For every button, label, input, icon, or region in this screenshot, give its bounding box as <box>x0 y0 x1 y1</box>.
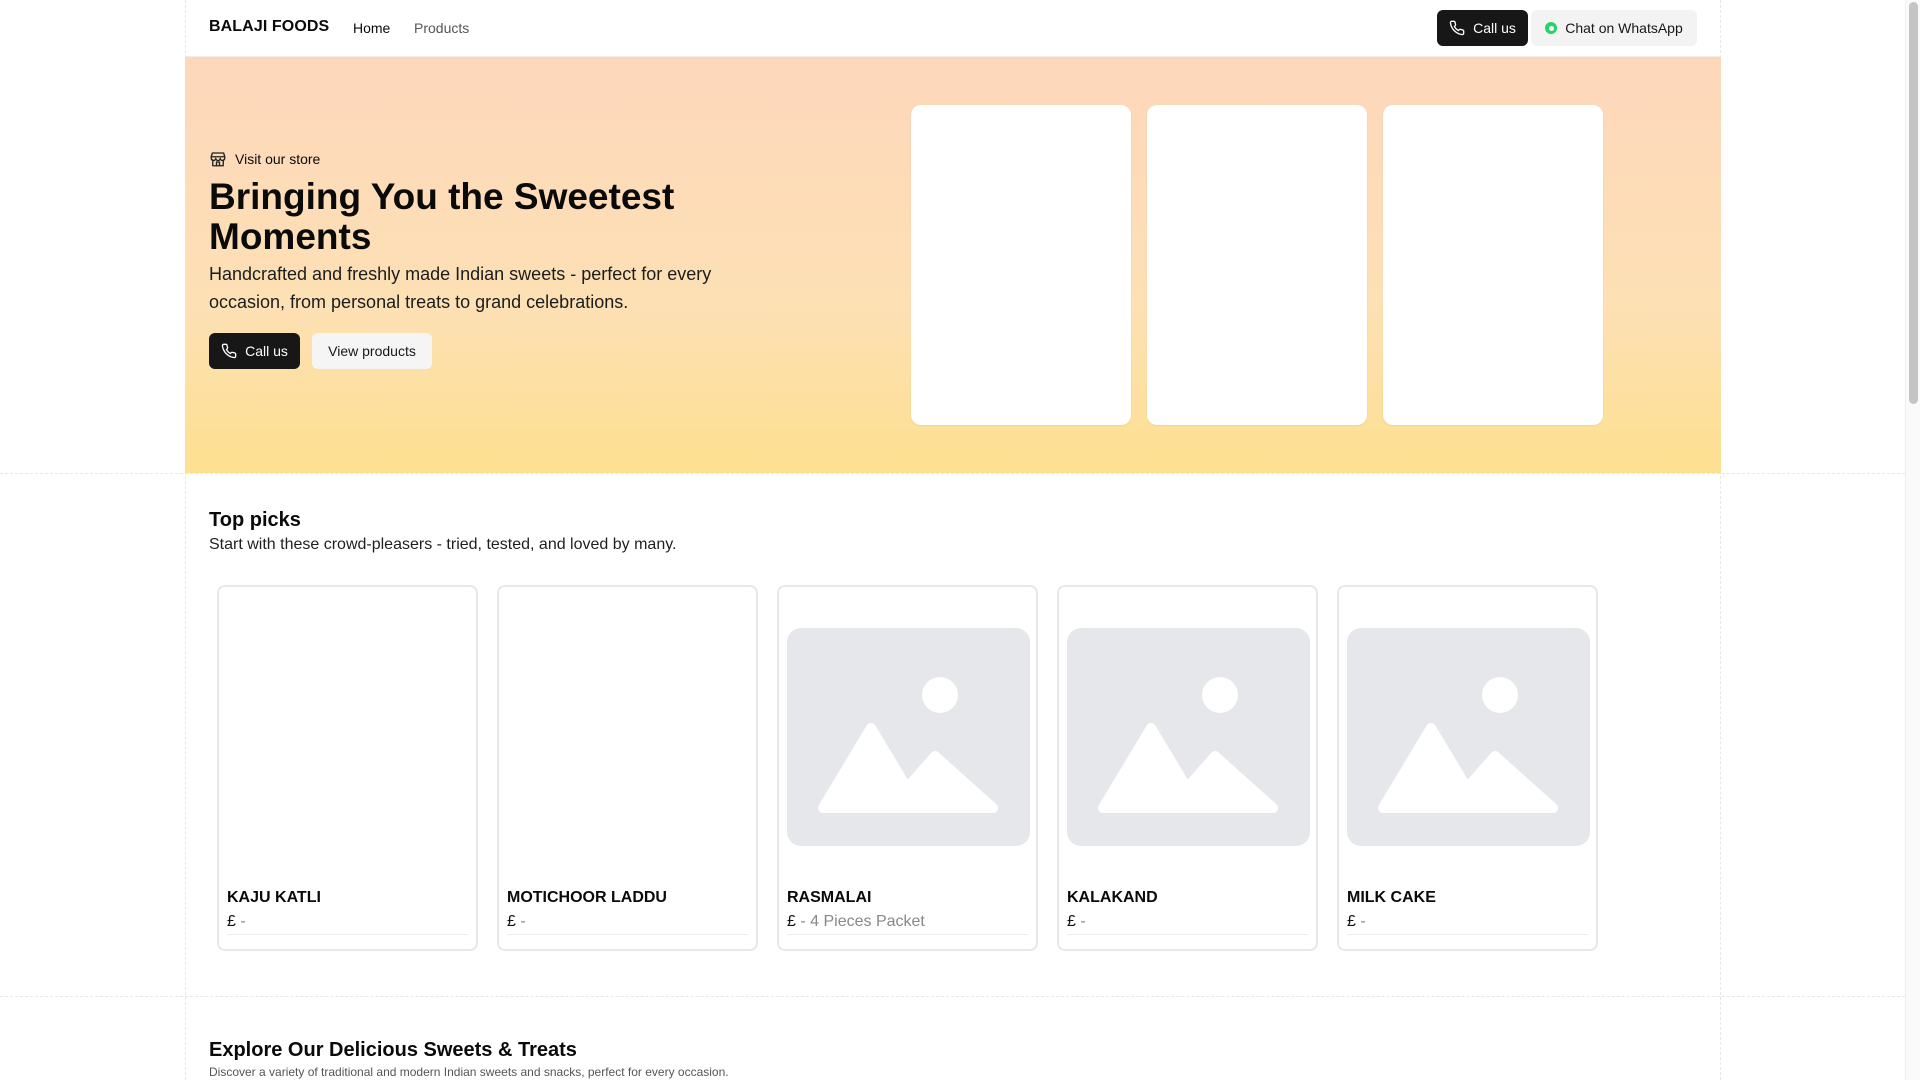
header-call-label: Call us <box>1473 20 1516 36</box>
store-icon <box>210 152 226 167</box>
card-divider <box>507 934 748 935</box>
product-card-kalakand[interactable]: KALAKAND £ - <box>1057 585 1318 951</box>
hero-call-label: Call us <box>245 343 288 359</box>
card-divider <box>787 934 1028 935</box>
phone-icon <box>221 343 237 359</box>
phone-icon <box>1449 20 1465 36</box>
explore-title: Explore Our Delicious Sweets & Treats <box>209 1039 577 1061</box>
hero-image-card <box>1383 105 1603 425</box>
product-card-motichoor-laddu[interactable]: MOTICHOOR LADDU £ - <box>497 585 758 951</box>
hero-subtitle: Handcrafted and freshly made Indian swee… <box>209 264 712 312</box>
header-call-button[interactable]: Call us <box>1437 10 1528 46</box>
section-divider <box>0 996 1905 997</box>
product-card-rasmalai[interactable]: RASMALAI £ - 4 Pieces Packet <box>777 585 1038 951</box>
product-price: £ - <box>1347 913 1366 930</box>
hero-title: Bringing You the Sweetest Moments <box>209 176 675 257</box>
image-placeholder-icon <box>1347 628 1590 846</box>
visit-store-link[interactable]: Visit our store <box>209 150 320 168</box>
image-placeholder-icon <box>787 628 1030 846</box>
card-divider <box>1347 934 1588 935</box>
product-price: £ - 4 Pieces Packet <box>787 913 925 930</box>
hero-section: Visit our store Bringing You the Sweetes… <box>185 57 1721 473</box>
nav-products[interactable]: Products <box>414 20 469 36</box>
image-placeholder-icon <box>1067 628 1310 846</box>
product-name: KALAKAND <box>1067 889 1158 906</box>
hero-image-card <box>911 105 1131 425</box>
hero-image-card <box>1147 105 1367 425</box>
product-name: KAJU KATLI <box>227 889 321 906</box>
view-products-button[interactable]: View products <box>312 333 432 369</box>
product-name: RASMALAI <box>787 889 872 906</box>
page-scrollbar[interactable] <box>1905 0 1920 1080</box>
product-image <box>507 628 750 846</box>
site-header: BALAJI FOODS Home Products Call us Chat … <box>185 0 1721 57</box>
scrollbar-thumb[interactable] <box>1909 2 1918 404</box>
product-card-kaju-katli[interactable]: KAJU KATLI £ - <box>217 585 478 951</box>
product-price: £ - <box>227 913 246 930</box>
product-card-milk-cake[interactable]: MILK CAKE £ - <box>1337 585 1598 951</box>
top-picks-subtitle: Start with these crowd-pleasers - tried,… <box>209 536 677 553</box>
brand-logo[interactable]: BALAJI FOODS <box>209 18 329 36</box>
visit-store-label: Visit our store <box>235 151 321 167</box>
product-name: MILK CAKE <box>1347 889 1436 906</box>
top-picks-title: Top picks <box>209 509 301 531</box>
hero-call-button[interactable]: Call us <box>209 333 300 369</box>
whatsapp-icon <box>1545 22 1558 34</box>
card-divider <box>1067 934 1308 935</box>
product-image <box>227 628 470 846</box>
whatsapp-label: Chat on WhatsApp <box>1565 20 1683 36</box>
product-price: £ - <box>1067 913 1086 930</box>
whatsapp-button[interactable]: Chat on WhatsApp <box>1531 10 1697 46</box>
explore-subtitle: Discover a variety of traditional and mo… <box>209 1065 729 1079</box>
nav-home[interactable]: Home <box>353 20 390 36</box>
card-divider <box>227 934 468 935</box>
section-divider <box>0 473 1905 474</box>
product-price: £ - <box>507 913 526 930</box>
product-name: MOTICHOOR LADDU <box>507 889 667 906</box>
